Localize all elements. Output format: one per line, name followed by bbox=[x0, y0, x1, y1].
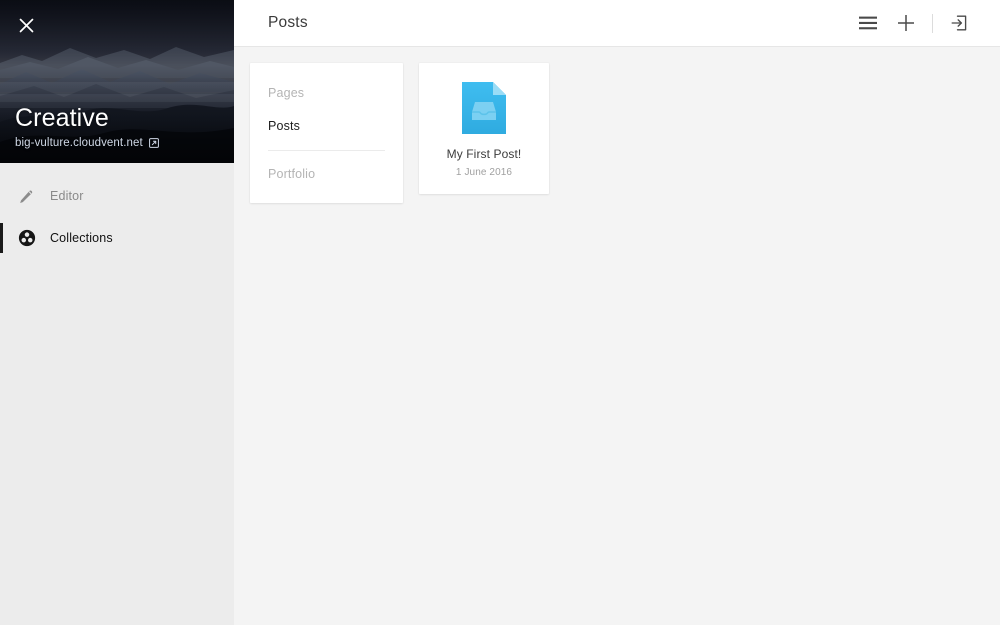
collection-item-pages[interactable]: Pages bbox=[250, 77, 403, 110]
sidebar-item-collections[interactable]: Collections bbox=[0, 217, 234, 259]
add-button[interactable] bbox=[887, 4, 925, 42]
site-url-text: big-vulture.cloudvent.net bbox=[15, 137, 143, 149]
sidebar-item-editor[interactable]: Editor bbox=[0, 175, 234, 217]
sidebar: Creative big-vulture.cloudvent.net Edito… bbox=[0, 0, 234, 625]
site-title: Creative bbox=[15, 104, 109, 132]
app-root: Creative big-vulture.cloudvent.net Edito… bbox=[0, 0, 1000, 625]
post-date: 1 June 2016 bbox=[455, 167, 513, 178]
post-card[interactable]: My First Post! 1 June 2016 bbox=[419, 63, 549, 194]
hamburger-list-icon bbox=[859, 16, 877, 30]
close-panel-button[interactable] bbox=[13, 12, 39, 38]
sign-out-arrow-box-icon bbox=[951, 15, 967, 31]
site-url-link[interactable]: big-vulture.cloudvent.net bbox=[15, 137, 159, 149]
blue-document-inbox-icon bbox=[462, 82, 506, 134]
topbar-actions bbox=[849, 4, 978, 42]
topbar: Posts bbox=[234, 0, 1000, 47]
sidebar-nav: Editor Collections bbox=[0, 163, 234, 259]
page-title: Posts bbox=[268, 14, 308, 31]
list-view-button[interactable] bbox=[849, 4, 887, 42]
collection-item-portfolio[interactable]: Portfolio bbox=[250, 158, 403, 191]
content-area: Pages Posts Portfolio My First Post! 1 J… bbox=[234, 47, 1000, 625]
site-hero: Creative big-vulture.cloudvent.net bbox=[0, 0, 234, 163]
post-title: My First Post! bbox=[446, 147, 522, 161]
collections-list-card: Pages Posts Portfolio bbox=[250, 63, 403, 203]
site-identity: Creative big-vulture.cloudvent.net bbox=[15, 105, 159, 149]
topbar-divider bbox=[932, 13, 933, 33]
plus-icon bbox=[898, 15, 914, 31]
collections-circles-icon bbox=[17, 229, 36, 248]
logout-button[interactable] bbox=[940, 4, 978, 42]
collections-divider bbox=[268, 150, 385, 151]
close-x-icon bbox=[19, 18, 33, 32]
main-area: Posts Pages Posts Portfolio My First Pos… bbox=[234, 0, 1000, 625]
sidebar-item-label: Editor bbox=[50, 189, 84, 203]
collection-item-posts[interactable]: Posts bbox=[250, 110, 403, 143]
sidebar-item-label: Collections bbox=[50, 231, 113, 245]
pencil-icon bbox=[17, 187, 36, 206]
external-link-icon bbox=[148, 138, 159, 148]
